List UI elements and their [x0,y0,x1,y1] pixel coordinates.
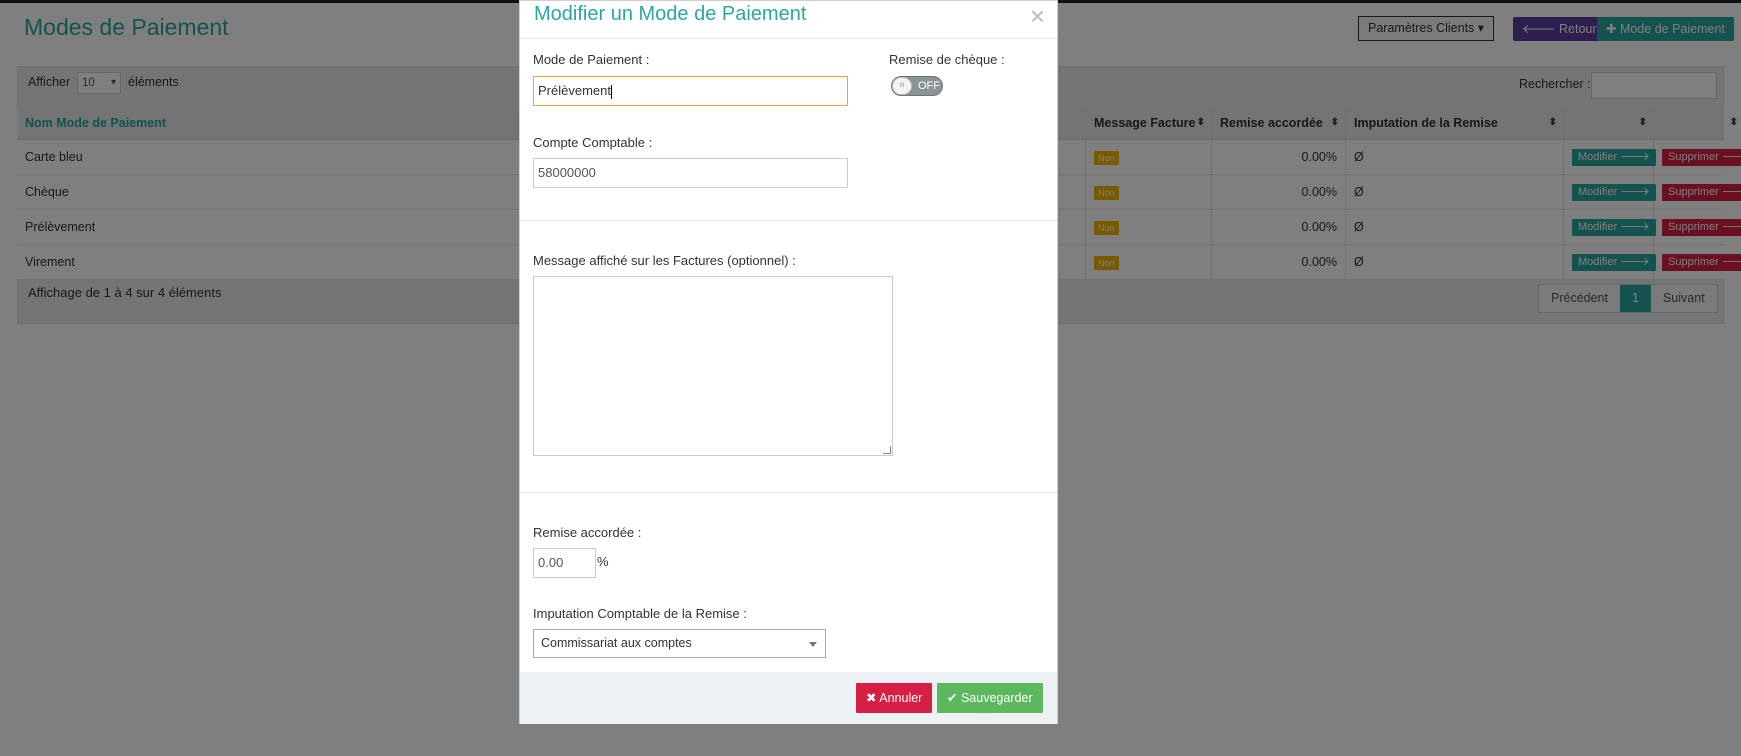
mode-label: Mode de Paiement : [533,52,650,67]
edit-payment-mode-modal: Modifier un Mode de Paiement × Mode de P… [519,0,1058,724]
cancel-button[interactable]: ✖ Annuler [856,683,933,713]
divider [520,38,1057,39]
account-label: Compte Comptable : [533,135,653,150]
save-button[interactable]: ✔ Sauvegarder [937,683,1043,713]
message-textarea[interactable] [533,276,893,456]
close-icon[interactable]: × [1030,3,1045,29]
message-label: Message affiché sur les Factures (option… [533,253,796,268]
discount-input[interactable]: 0.00 [533,548,596,578]
account-input[interactable]: 58000000 [533,158,848,188]
chevron-down-icon [809,642,817,647]
text-caret [610,84,612,99]
modal-title: Modifier un Mode de Paiement [534,3,807,25]
toggle-state: OFF [918,80,940,92]
imputation-label: Imputation Comptable de la Remise : [533,606,747,621]
divider [520,220,1057,221]
divider [520,492,1057,493]
mode-name-value: Prélèvement [538,83,611,98]
resize-grip-icon[interactable] [883,446,891,454]
modal-footer: ✖ Annuler ✔ Sauvegarder [520,672,1057,724]
cheque-toggle[interactable]: III OFF [891,76,943,96]
discount-label: Remise accordée : [533,525,642,540]
toggle-knob-icon: III [892,77,912,95]
percent-sign: % [597,554,609,569]
imputation-value: Commissariat aux comptes [541,636,692,650]
imputation-select[interactable]: Commissariat aux comptes [533,629,826,658]
cheque-label: Remise de chèque : [889,52,1005,67]
mode-name-input[interactable]: Prélèvement [533,76,848,106]
